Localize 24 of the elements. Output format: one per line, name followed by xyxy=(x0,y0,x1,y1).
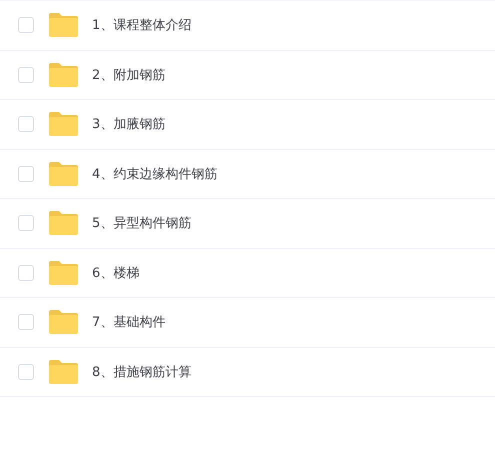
checkbox[interactable] xyxy=(18,364,34,380)
folder-icon xyxy=(49,310,78,334)
folder-name[interactable]: 6、楼梯 xyxy=(92,264,140,282)
folder-icon xyxy=(49,360,78,384)
checkbox[interactable] xyxy=(18,166,34,182)
folder-icon xyxy=(49,62,78,87)
folder-name[interactable]: 8、措施钢筋计算 xyxy=(92,362,192,381)
checkbox[interactable] xyxy=(18,215,34,232)
folder-name[interactable]: 3、加腋钢筋 xyxy=(92,115,166,134)
folder-name[interactable]: 4、约束边缘构件钢筋 xyxy=(92,164,218,183)
checkbox[interactable] xyxy=(18,264,34,281)
checkbox[interactable] xyxy=(18,66,34,83)
checkbox[interactable] xyxy=(18,17,34,34)
checkbox[interactable] xyxy=(18,314,34,330)
folder-name[interactable]: 1、课程整体介绍 xyxy=(92,16,192,34)
folder-icon xyxy=(49,260,78,285)
folder-icon xyxy=(49,112,78,136)
folder-icon xyxy=(49,162,78,186)
folder-name[interactable]: 7、基础构件 xyxy=(92,313,166,332)
folder-name[interactable]: 2、附加钢筋 xyxy=(92,66,166,84)
folder-icon xyxy=(49,13,78,38)
folder-icon xyxy=(49,211,78,236)
folder-name[interactable]: 5、异型构件钢筋 xyxy=(92,214,192,232)
checkbox[interactable] xyxy=(18,116,34,132)
